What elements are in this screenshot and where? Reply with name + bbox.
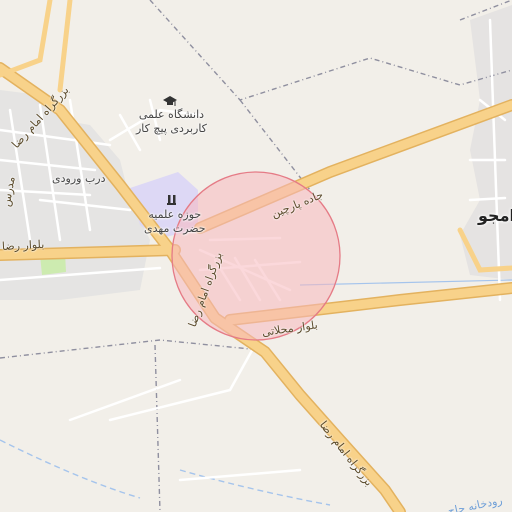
seminary-label[interactable]: حوزه علمیه حضرت مهدی (144, 208, 206, 236)
town-label[interactable]: امجو (478, 206, 512, 225)
university-label[interactable]: دانشگاه علمی کاربردی پیچ کار (136, 108, 207, 136)
map-view[interactable]: دانشگاه علمی کاربردی پیچ کار حوزه علمیه … (0, 0, 512, 512)
map-canvas (0, 0, 512, 512)
entrance-gate-label: درب ورودی (52, 172, 106, 185)
road-label-west-blvd: بلوار رضا (1, 237, 45, 253)
